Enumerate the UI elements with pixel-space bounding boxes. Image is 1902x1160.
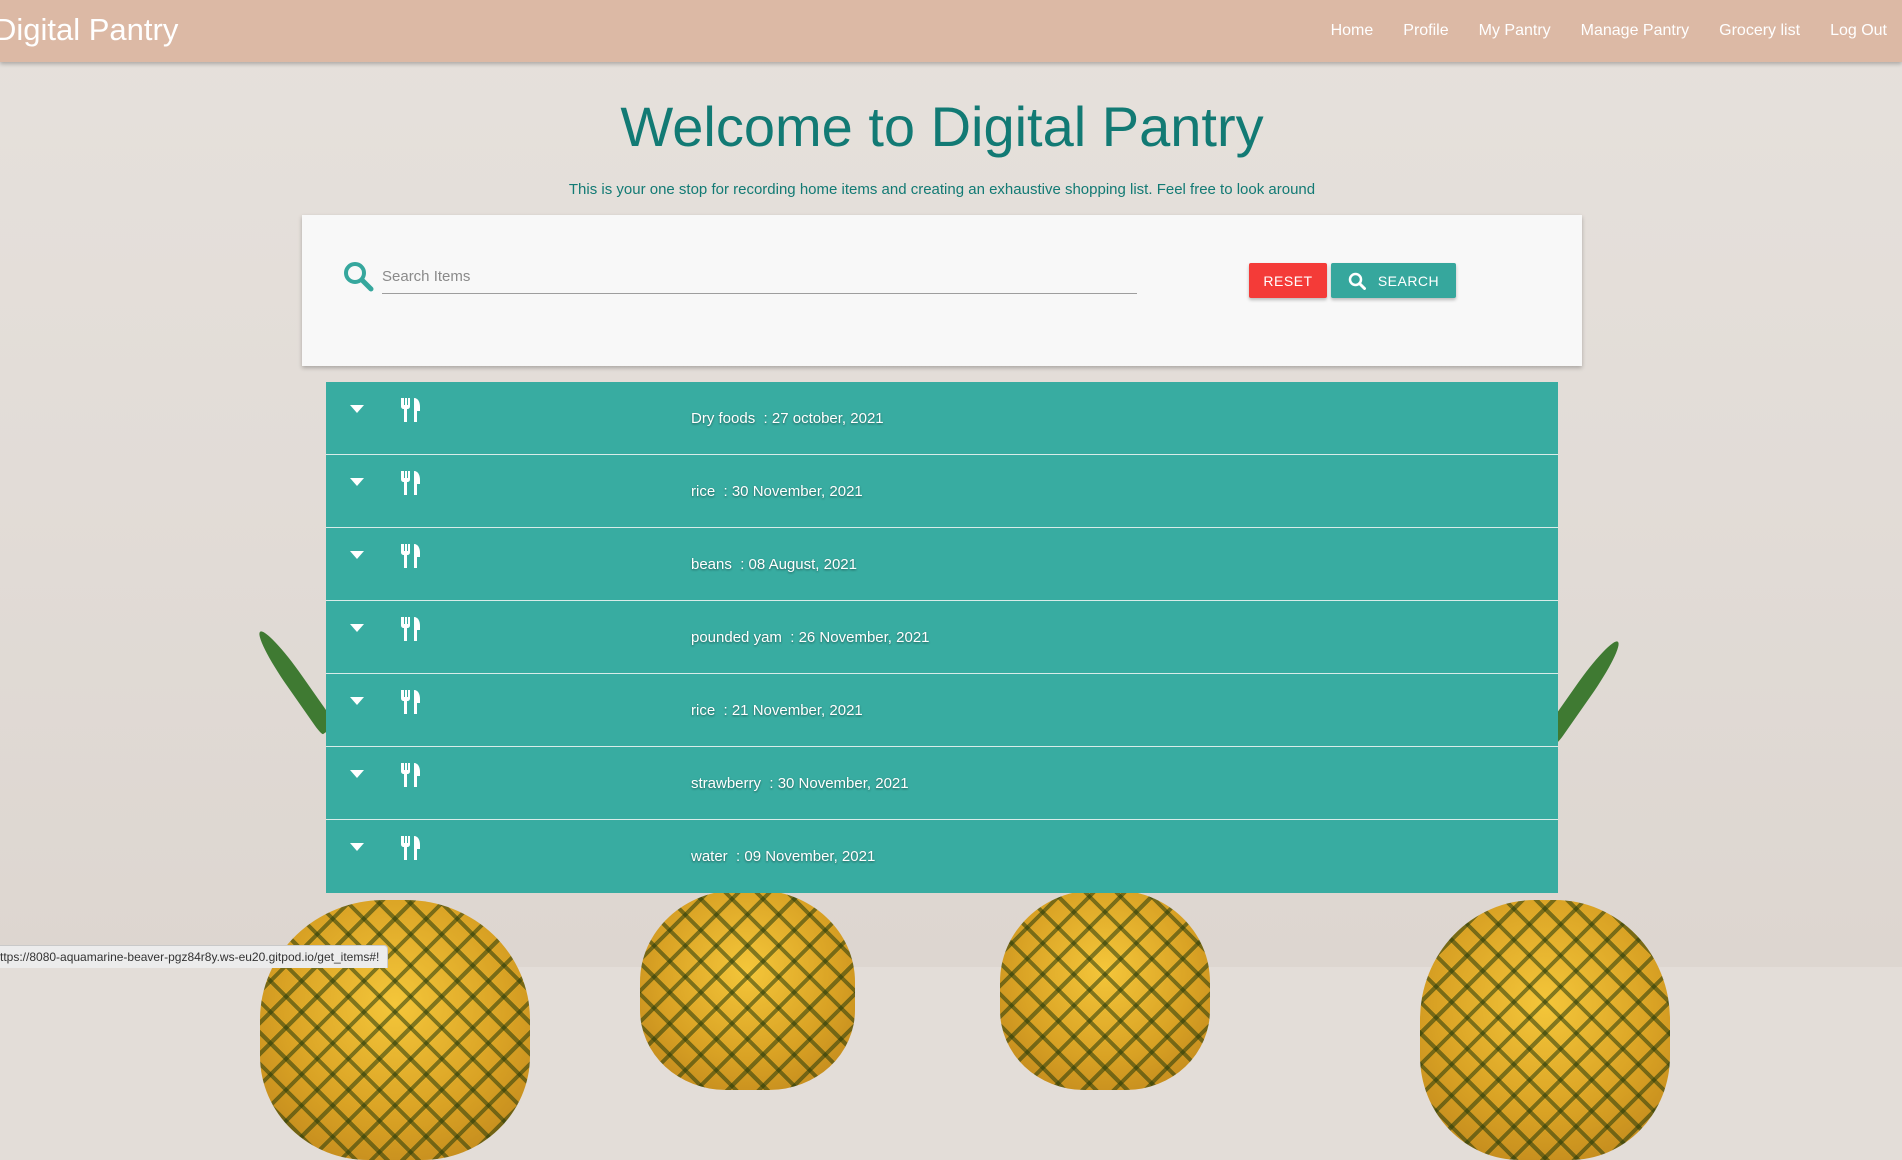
caret-down-icon[interactable] [350,624,364,632]
utensils-icon [400,397,422,423]
reset-button[interactable]: RESET [1249,263,1327,298]
nav-profile[interactable]: Profile [1388,0,1463,62]
item-name: Dry foods [691,410,756,427]
caret-down-icon[interactable] [350,770,364,778]
item-date: 30 November, 2021 [731,483,863,500]
item-name: strawberry [691,775,762,792]
item-date: 27 october, 2021 [771,410,884,427]
list-item-text: pounded yam : 26 November, 2021 [691,629,930,646]
list-item[interactable]: strawberry : 30 November, 2021 [326,747,1558,820]
utensils-icon [400,762,422,788]
reset-button-label: RESET [1263,272,1313,289]
pantry-item-list: Dry foods : 27 october, 2021 rice : 30 N… [326,382,1558,893]
search-icon [1348,272,1366,290]
search-button-label: SEARCH [1377,272,1440,289]
pineapple-image [1000,880,1220,1090]
nav-manage-pantry[interactable]: Manage Pantry [1566,0,1705,62]
status-bar-url: ttps://8080-aquamarine-beaver-pgz84r8y.w… [0,945,389,968]
list-item-text: water : 09 November, 2021 [691,848,876,865]
item-date: 08 August, 2021 [748,556,857,573]
list-item-text: rice : 21 November, 2021 [691,702,863,719]
list-item-text: beans : 08 August, 2021 [691,556,857,573]
utensils-icon [400,616,422,642]
nav-log-out[interactable]: Log Out [1815,0,1902,62]
item-date: 26 November, 2021 [798,629,930,646]
page-title: Welcome to Digital Pantry [620,95,1264,158]
list-item[interactable]: rice : 21 November, 2021 [326,674,1558,747]
item-date: 09 November, 2021 [744,848,876,865]
search-button[interactable]: SEARCH [1331,263,1456,298]
item-name: rice [691,702,716,719]
brand-logo[interactable]: Digital Pantry [0,12,178,48]
utensils-icon [400,543,422,569]
top-navbar: Digital Pantry Home Profile My Pantry Ma… [0,0,1902,62]
nav-my-pantry[interactable]: My Pantry [1464,0,1566,62]
caret-down-icon[interactable] [350,405,364,413]
search-input[interactable] [382,259,1137,294]
list-item[interactable]: beans : 08 August, 2021 [326,528,1558,601]
item-date: 21 November, 2021 [731,702,863,719]
caret-down-icon[interactable] [350,697,364,705]
item-name: rice [691,483,716,500]
list-item[interactable]: pounded yam : 26 November, 2021 [326,601,1558,674]
pineapple-image [640,880,860,1090]
list-item-text: Dry foods : 27 october, 2021 [691,410,884,427]
list-item-text: strawberry : 30 November, 2021 [691,775,909,792]
utensils-icon [400,835,422,861]
utensils-icon [400,689,422,715]
item-name: pounded yam [691,629,782,646]
nav-grocery-list[interactable]: Grocery list [1704,0,1815,62]
caret-down-icon[interactable] [350,843,364,851]
list-item[interactable]: rice : 30 November, 2021 [326,455,1558,528]
utensils-icon [400,470,422,496]
list-item[interactable]: Dry foods : 27 october, 2021 [326,382,1558,455]
caret-down-icon[interactable] [350,478,364,486]
item-date: 30 November, 2021 [777,775,909,792]
nav-home[interactable]: Home [1316,0,1389,62]
list-item-text: rice : 30 November, 2021 [691,483,863,500]
nav-links: Home Profile My Pantry Manage Pantry Gro… [1316,0,1902,62]
list-item[interactable]: water : 09 November, 2021 [326,820,1558,893]
page-subtitle: This is your one stop for recording home… [568,181,1316,198]
search-icon [342,260,374,292]
search-card: RESET SEARCH [302,215,1582,366]
item-name: beans [691,556,732,573]
item-name: water [691,848,728,865]
caret-down-icon[interactable] [350,551,364,559]
